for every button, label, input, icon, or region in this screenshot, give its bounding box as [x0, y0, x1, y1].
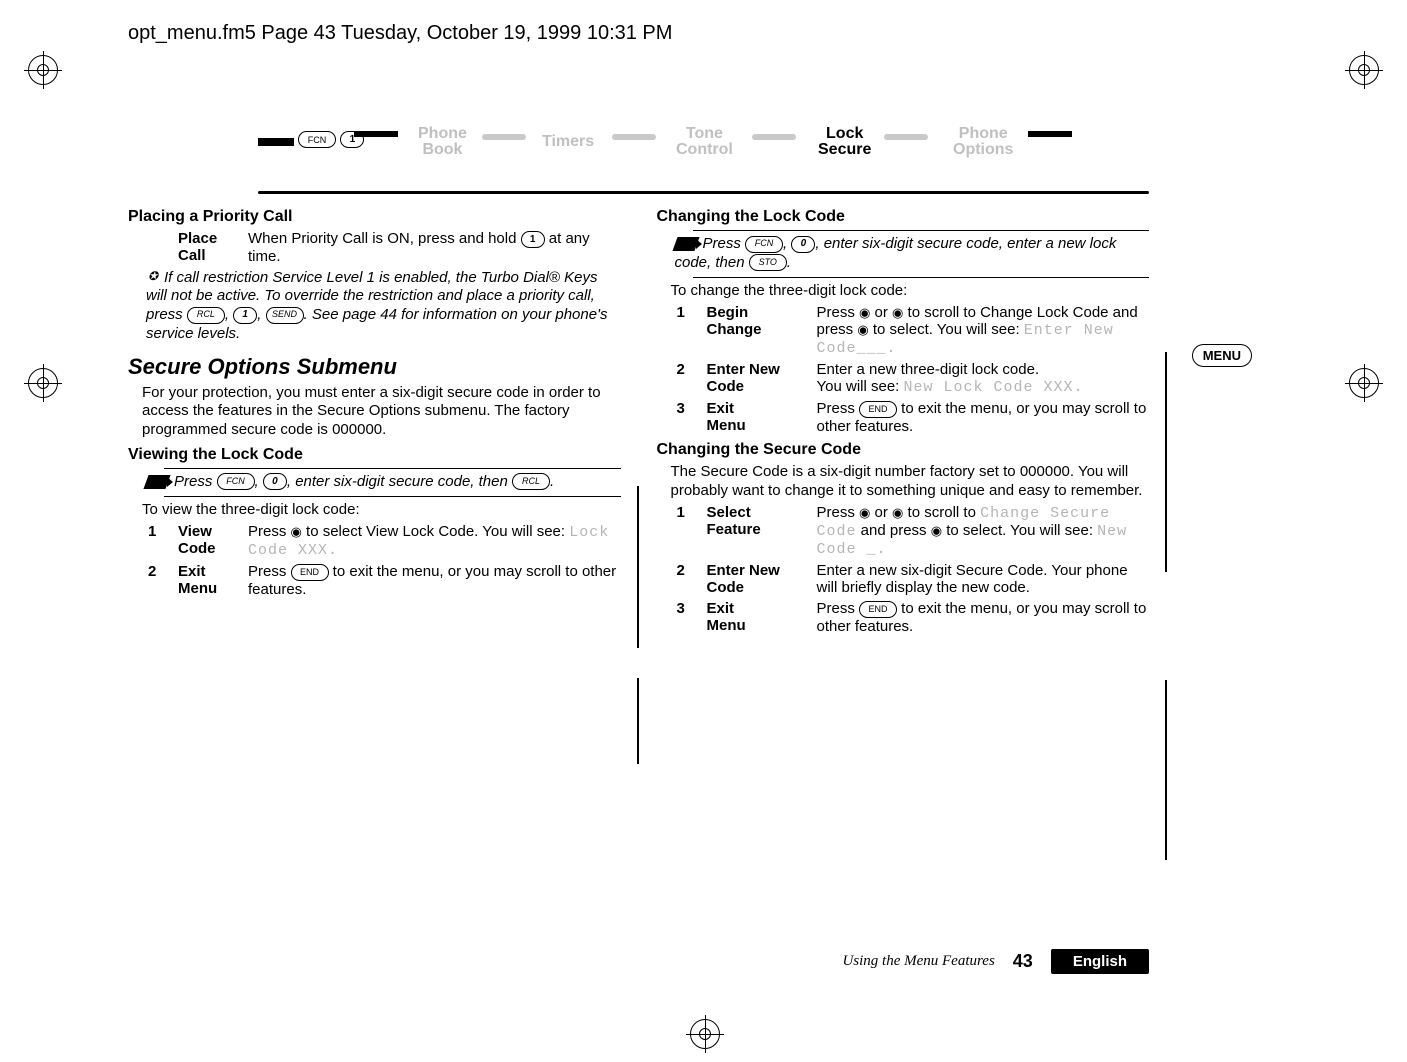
step-number: 1	[657, 304, 707, 321]
running-header: opt_menu.fm5 Page 43 Tuesday, October 19…	[128, 22, 672, 45]
label-place: Place	[178, 230, 217, 247]
registration-mark-icon	[1349, 368, 1379, 398]
registration-mark-icon	[690, 1019, 720, 1049]
crumb-phone-book: Phone	[418, 126, 467, 142]
rcl-key-icon: RCL	[187, 307, 225, 324]
rcl-key-icon: RCL	[512, 473, 550, 490]
step-number: 3	[657, 600, 707, 617]
nav-down-icon: ◉	[892, 305, 903, 321]
end-key-icon: END	[859, 401, 897, 418]
heading-view-lock: Viewing the Lock Code	[128, 446, 621, 464]
step-view-body: Press ◉ to select View Lock Code. You wi…	[248, 523, 621, 559]
menu-badge: MENU	[1192, 344, 1252, 367]
step-number: 2	[128, 563, 178, 580]
step-begin-body: Press ◉ or ◉ to scroll to Change Lock Co…	[817, 304, 1150, 357]
place-call-body: When Priority Call is ON, press and hold…	[248, 230, 621, 265]
nav-key-icon: ◉	[931, 523, 942, 539]
step-number: 2	[657, 361, 707, 378]
send-key-icon: SEND	[266, 307, 304, 324]
nav-up-icon: ◉	[859, 305, 870, 321]
registration-mark-icon	[28, 368, 58, 398]
side-tab-menu: MENU	[1192, 344, 1252, 367]
column-rule-icon	[637, 678, 639, 764]
step-number: 1	[657, 504, 707, 521]
crumb-phone-options: Phone	[953, 126, 1013, 142]
one-key-icon: 1	[233, 307, 257, 324]
step-enter-secure-body: Enter a new six-digit Secure Code. Your …	[817, 562, 1150, 596]
step-label-exit: Exit	[707, 400, 735, 417]
breadcrumb: FCN 1 PhoneBook Timers ToneControl LockS…	[128, 120, 1149, 194]
view-lock-intro: To view the three-digit lock code:	[128, 501, 621, 520]
fcn-key-icon: FCN	[745, 236, 783, 253]
fcn-key-icon: FCN	[217, 473, 255, 490]
change-lock-intro: To change the three-digit lock code:	[657, 282, 1150, 301]
zero-key-icon: 0	[263, 473, 287, 490]
crumb-timers: Timers	[542, 134, 594, 150]
secure-intro-paragraph: For your protection, you must enter a si…	[128, 384, 621, 440]
tip-change-lock: Press FCN, 0, enter six-digit secure cod…	[657, 235, 1150, 273]
step-exit-body: Press END to exit the menu, or you may s…	[817, 600, 1150, 635]
footer-section-title: Using the Menu Features	[842, 953, 994, 970]
lcd-text: New Lock Code XXX.	[904, 379, 1084, 396]
column-rule-icon	[1165, 680, 1167, 860]
step-enter-body: Enter a new three-digit lock code. You w…	[817, 361, 1150, 396]
end-key-icon: END	[291, 564, 329, 581]
change-secure-paragraph: The Secure Code is a six-digit number fa…	[657, 463, 1150, 501]
crumb-lock-secure: Lock	[818, 126, 871, 142]
heading-secure-submenu: Secure Options Submenu	[128, 354, 621, 380]
column-rule-icon	[1165, 352, 1167, 572]
heading-change-lock: Changing the Lock Code	[657, 208, 1150, 226]
nav-up-icon: ◉	[859, 505, 870, 521]
heading-change-secure: Changing the Secure Code	[657, 441, 1150, 459]
page-number: 43	[1013, 951, 1033, 972]
step-label-enter-new: Enter New	[707, 562, 780, 579]
zero-key-icon: 0	[791, 236, 815, 253]
crumb-tone-control: Tone	[676, 126, 733, 142]
breadcrumb-lead-icon	[258, 138, 294, 146]
heading-priority-call: Placing a Priority Call	[128, 208, 621, 226]
column-rule-icon	[637, 486, 639, 648]
registration-mark-icon	[1349, 55, 1379, 85]
fcn-key-icon: FCN	[298, 131, 336, 148]
language-badge: English	[1051, 949, 1149, 974]
step-label-begin: Begin	[707, 304, 749, 321]
nav-key-icon: ◉	[291, 524, 302, 540]
step-label-exit: Exit	[707, 600, 735, 617]
label-call: Call	[178, 247, 206, 264]
step-label-select: Select	[707, 504, 751, 521]
step-label-view: View	[178, 523, 212, 540]
step-exit-body: Press END to exit the menu, or you may s…	[817, 400, 1150, 435]
shortcut-icon	[672, 237, 699, 251]
step-number: 2	[657, 562, 707, 579]
note-bullet-icon: ✪	[146, 269, 160, 284]
step-number: 1	[128, 523, 178, 540]
sto-key-icon: STO	[749, 254, 787, 271]
note-restriction: ✪If call restriction Service Level 1 is …	[128, 269, 621, 344]
shortcut-icon	[143, 475, 170, 489]
one-key-icon: 1	[521, 231, 545, 248]
nav-down-icon: ◉	[892, 505, 903, 521]
step-select-body: Press ◉ or ◉ to scroll to Change Secure …	[817, 504, 1150, 558]
step-label-exit: Exit	[178, 563, 206, 580]
step-label-enter-new: Enter New	[707, 361, 780, 378]
tip-view-lock: Press FCN, 0, enter six-digit secure cod…	[128, 473, 621, 492]
end-key-icon: END	[859, 601, 897, 618]
step-number: 3	[657, 400, 707, 417]
registration-mark-icon	[28, 55, 58, 85]
step-exit-body: Press END to exit the menu, or you may s…	[248, 563, 621, 598]
nav-key-icon: ◉	[857, 322, 868, 338]
